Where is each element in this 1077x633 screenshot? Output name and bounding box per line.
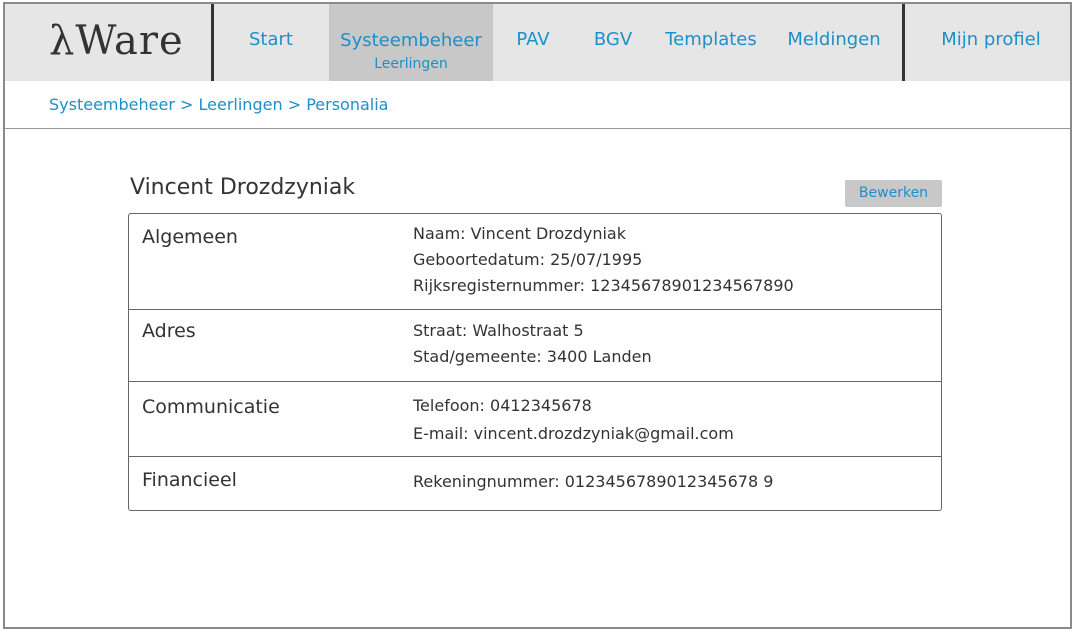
section-title-adres: Adres	[142, 320, 196, 342]
section-communicatie: Communicatie Telefoon: 0412345678 E-mail…	[129, 382, 941, 457]
app-logo[interactable]: λWare	[49, 18, 184, 64]
page-title: Vincent Drozdzyniak	[130, 175, 356, 200]
nav-bgv-label: BGV	[593, 29, 633, 50]
nav-meldingen[interactable]: Meldingen	[776, 4, 892, 81]
nav-mijn-profiel[interactable]: Mijn profiel	[911, 4, 1070, 81]
nav-pav-label: PAV	[516, 29, 550, 50]
nav-systeembeheer-sub-leerlingen[interactable]: Leerlingen	[329, 56, 493, 72]
student-details-panel: Algemeen Naam: Vincent Drozdyniak Geboor…	[128, 213, 942, 511]
field-stad-gemeente: Stad/gemeente: 3400 Landen	[413, 347, 652, 366]
section-title-algemeen: Algemeen	[142, 226, 238, 248]
nav-meldingen-label: Meldingen	[787, 29, 881, 50]
nav-mijn-profiel-label: Mijn profiel	[941, 29, 1041, 50]
field-straat: Straat: Walhostraat 5	[413, 321, 584, 340]
breadcrumb-personalia[interactable]: Personalia	[306, 95, 388, 114]
nav-start-label: Start	[249, 29, 293, 50]
breadcrumb-separator: >	[287, 95, 307, 114]
breadcrumb-separator: >	[180, 95, 199, 114]
nav-divider-right	[902, 4, 905, 81]
section-adres: Adres Straat: Walhostraat 5 Stad/gemeent…	[129, 310, 941, 382]
breadcrumb-leerlingen[interactable]: Leerlingen	[199, 95, 283, 114]
nav-templates-label: Templates	[665, 29, 757, 50]
nav-templates[interactable]: Templates	[656, 4, 766, 81]
nav-start[interactable]: Start	[220, 4, 322, 81]
nav-systeembeheer-label: Systeembeheer	[340, 30, 482, 51]
section-lines-algemeen: Naam: Vincent Drozdyniak Geboortedatum: …	[413, 221, 794, 299]
nav-divider-left	[211, 4, 214, 81]
field-rekeningnummer: Rekeningnummer: 0123456789012345678 9	[413, 472, 774, 491]
nav-bgv[interactable]: BGV	[577, 4, 649, 81]
breadcrumb-systeembeheer[interactable]: Systeembeheer	[49, 95, 175, 114]
field-rijksregisternummer: Rijksregisternummer: 1234567890123456789…	[413, 276, 794, 295]
app-window: λWare Start Systeembeheer Leerlingen PAV…	[3, 2, 1072, 629]
section-lines-adres: Straat: Walhostraat 5 Stad/gemeente: 340…	[413, 318, 652, 370]
section-financieel: Financieel Rekeningnummer: 0123456789012…	[129, 457, 941, 510]
nav-pav[interactable]: PAV	[500, 4, 566, 81]
field-telefoon: Telefoon: 0412345678	[413, 396, 592, 415]
field-email: E-mail: vincent.drozdzyniak@gmail.com	[413, 424, 734, 443]
field-geboortedatum: Geboortedatum: 25/07/1995	[413, 250, 643, 269]
field-naam: Naam: Vincent Drozdyniak	[413, 224, 626, 243]
section-lines-financieel: Rekeningnummer: 0123456789012345678 9	[413, 469, 773, 495]
edit-button[interactable]: Bewerken	[845, 180, 942, 207]
breadcrumb: Systeembeheer > Leerlingen > Personalia	[49, 95, 388, 114]
section-title-financieel: Financieel	[142, 469, 237, 491]
top-navigation-bar: λWare Start Systeembeheer Leerlingen PAV…	[5, 4, 1070, 81]
section-lines-communicatie: Telefoon: 0412345678 E-mail: vincent.dro…	[413, 392, 734, 448]
breadcrumb-bar: Systeembeheer > Leerlingen > Personalia	[5, 81, 1070, 129]
nav-systeembeheer[interactable]: Systeembeheer Leerlingen	[329, 4, 493, 81]
section-title-communicatie: Communicatie	[142, 396, 280, 418]
section-algemeen: Algemeen Naam: Vincent Drozdyniak Geboor…	[129, 214, 941, 310]
